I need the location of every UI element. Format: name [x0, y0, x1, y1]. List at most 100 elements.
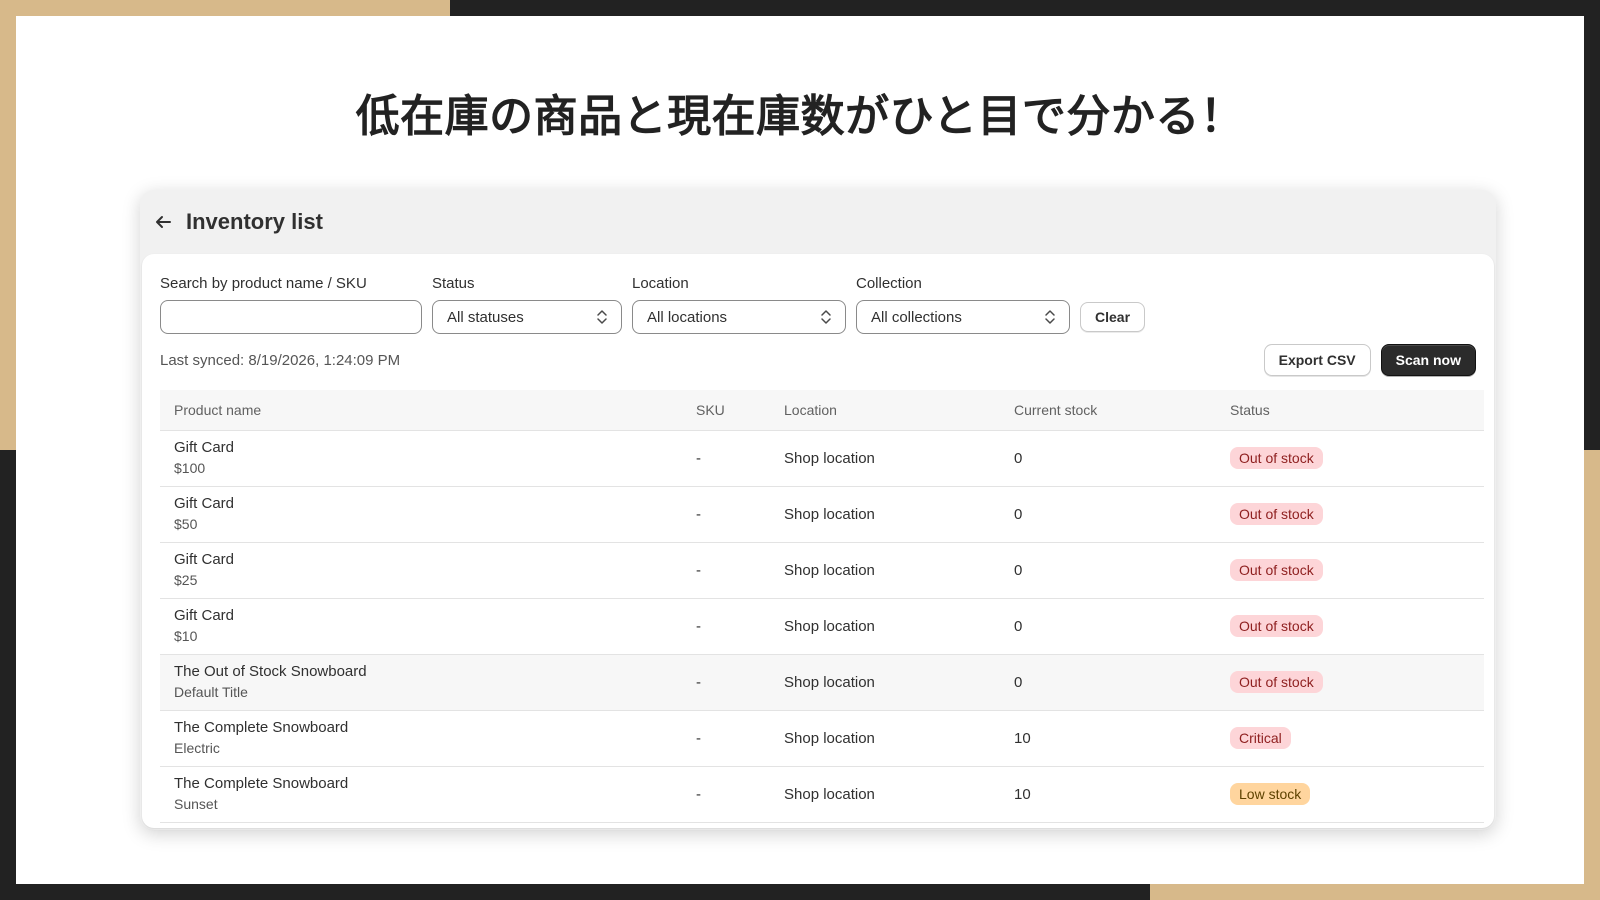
column-header-sku[interactable]: SKU — [696, 390, 784, 431]
table-header-row: Product name SKU Location Current stock … — [160, 390, 1484, 431]
cell-status: Low stock — [1230, 766, 1484, 823]
cell-location: Shop location — [784, 710, 1014, 767]
column-header-location[interactable]: Location — [784, 390, 1014, 431]
cell-current-stock: 0 — [1014, 430, 1230, 487]
product-variant: Sunset — [174, 796, 218, 812]
cell-current-stock: 0 — [1014, 486, 1230, 543]
cell-status: Out of stock — [1230, 654, 1484, 711]
cell-location: Shop location — [784, 598, 1014, 655]
table-row[interactable]: The Complete Snowboard Electric - Shop l… — [160, 710, 1484, 767]
collection-select[interactable]: All collections — [856, 300, 1070, 334]
cell-location: Shop location — [784, 430, 1014, 487]
cell-location: Shop location — [784, 654, 1014, 711]
product-name: Gift Card — [174, 439, 235, 456]
table-row[interactable]: Gift Card $25 - Shop location 0 Out of s… — [160, 542, 1484, 599]
table-row[interactable]: The Complete Snowboard Sunset - Shop loc… — [160, 766, 1484, 823]
clear-button[interactable]: Clear — [1080, 302, 1146, 332]
product-name: Gift Card — [174, 607, 235, 624]
product-name: Gift Card — [174, 551, 235, 568]
cell-location: Shop location — [784, 766, 1014, 823]
chevron-up-down-icon — [821, 310, 831, 324]
cell-status: Critical — [1230, 710, 1484, 767]
slide-headline: 低在庫の商品と現在庫数がひと目で分かる！ — [355, 91, 1245, 142]
collection-select-value: All collections — [871, 308, 962, 326]
product-variant: $50 — [174, 516, 198, 532]
page-title: Inventory list — [186, 209, 323, 234]
cell-location: Shop location — [784, 486, 1014, 543]
location-select-value: All locations — [647, 308, 728, 326]
status-field: Status All statuses — [432, 274, 622, 334]
back-button[interactable] — [150, 209, 176, 235]
inventory-table: Product name SKU Location Current stock … — [160, 390, 1484, 823]
cell-product: The Complete Snowboard Sunset — [160, 766, 696, 823]
table-row[interactable]: The Out of Stock Snowboard Default Title… — [160, 654, 1484, 711]
chevron-up-down-icon — [1045, 310, 1055, 324]
status-label: Status — [432, 275, 475, 292]
chevron-up-down-icon — [597, 310, 607, 324]
slide: 低在庫の商品と現在庫数がひと目で分かる！ Inventory list Sear… — [16, 16, 1584, 884]
cell-sku: - — [696, 486, 784, 543]
cell-sku: - — [696, 710, 784, 767]
search-label: Search by product name / SKU — [160, 275, 367, 292]
status-badge: Low stock — [1230, 783, 1311, 805]
cell-product: The Out of Stock Snowboard Default Title — [160, 654, 696, 711]
app-window: Inventory list Search by product name / … — [140, 190, 1496, 830]
cell-sku: - — [696, 654, 784, 711]
cell-sku: - — [696, 766, 784, 823]
search-field: Search by product name / SKU — [160, 274, 422, 334]
location-field: Location All locations — [632, 274, 846, 334]
status-select-value: All statuses — [447, 308, 524, 326]
product-variant: Electric — [174, 740, 220, 756]
product-name: The Complete Snowboard — [174, 775, 349, 792]
status-badge: Critical — [1230, 727, 1291, 749]
sync-row: Last synced: 8/19/2026, 1:24:09 PM Expor… — [160, 344, 1476, 376]
cell-product: Gift Card $100 — [160, 430, 696, 487]
product-variant: $25 — [174, 572, 198, 588]
status-badge: Out of stock — [1230, 503, 1323, 525]
column-header-product-name[interactable]: Product name — [160, 390, 696, 431]
cell-sku: - — [696, 598, 784, 655]
search-input[interactable] — [160, 300, 422, 334]
cell-product: Gift Card $10 — [160, 598, 696, 655]
scan-now-button[interactable]: Scan now — [1380, 344, 1476, 376]
cell-current-stock: 0 — [1014, 598, 1230, 655]
cell-status: Out of stock — [1230, 542, 1484, 599]
location-select[interactable]: All locations — [632, 300, 846, 334]
arrow-left-icon — [156, 216, 171, 228]
status-badge: Out of stock — [1230, 559, 1323, 581]
cell-product: Gift Card $50 — [160, 486, 696, 543]
status-badge: Out of stock — [1230, 671, 1323, 693]
column-header-current-stock[interactable]: Current stock — [1014, 390, 1230, 431]
cell-status: Out of stock — [1230, 486, 1484, 543]
location-label: Location — [632, 275, 689, 292]
product-variant: $100 — [174, 460, 206, 476]
status-badge: Out of stock — [1230, 447, 1323, 469]
table-row[interactable]: Gift Card $50 - Shop location 0 Out of s… — [160, 486, 1484, 543]
toolbar-actions: Export CSV Scan now — [1263, 344, 1476, 376]
product-name: The Out of Stock Snowboard — [174, 663, 367, 680]
last-synced-text: Last synced: 8/19/2026, 1:24:09 PM — [160, 351, 401, 369]
product-variant: Default Title — [174, 684, 248, 700]
cell-location: Shop location — [784, 542, 1014, 599]
product-name: The Complete Snowboard — [174, 719, 349, 736]
collection-label: Collection — [856, 275, 922, 292]
cell-sku: - — [696, 430, 784, 487]
product-variant: $10 — [174, 628, 198, 644]
column-header-status[interactable]: Status — [1230, 390, 1484, 431]
cell-sku: - — [696, 542, 784, 599]
cell-current-stock: 10 — [1014, 766, 1230, 823]
inventory-card: Search by product name / SKU Status All … — [142, 254, 1494, 828]
cell-current-stock: 0 — [1014, 654, 1230, 711]
collection-field: Collection All collections — [856, 274, 1070, 334]
cell-product: Gift Card $25 — [160, 542, 696, 599]
status-select[interactable]: All statuses — [432, 300, 622, 334]
status-badge: Out of stock — [1230, 615, 1323, 637]
table-row[interactable]: Gift Card $10 - Shop location 0 Out of s… — [160, 598, 1484, 655]
cell-current-stock: 10 — [1014, 710, 1230, 767]
export-csv-button[interactable]: Export CSV — [1263, 344, 1371, 376]
cell-status: Out of stock — [1230, 430, 1484, 487]
cell-status: Out of stock — [1230, 598, 1484, 655]
cell-current-stock: 0 — [1014, 542, 1230, 599]
table-row[interactable]: Gift Card $100 - Shop location 0 Out of … — [160, 430, 1484, 487]
cell-product: The Complete Snowboard Electric — [160, 710, 696, 767]
